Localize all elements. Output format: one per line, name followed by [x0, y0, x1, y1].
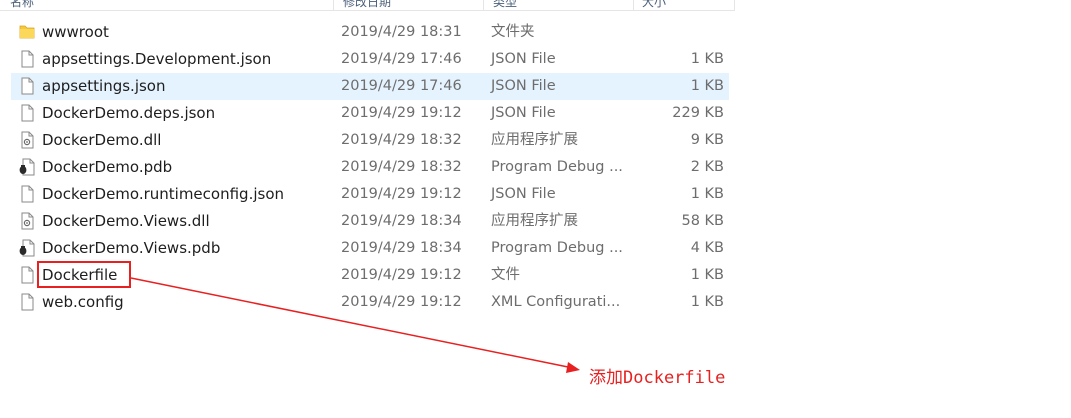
annotation-label: 添加Dockerfile	[589, 368, 726, 388]
annotation-arrow	[130, 277, 580, 373]
